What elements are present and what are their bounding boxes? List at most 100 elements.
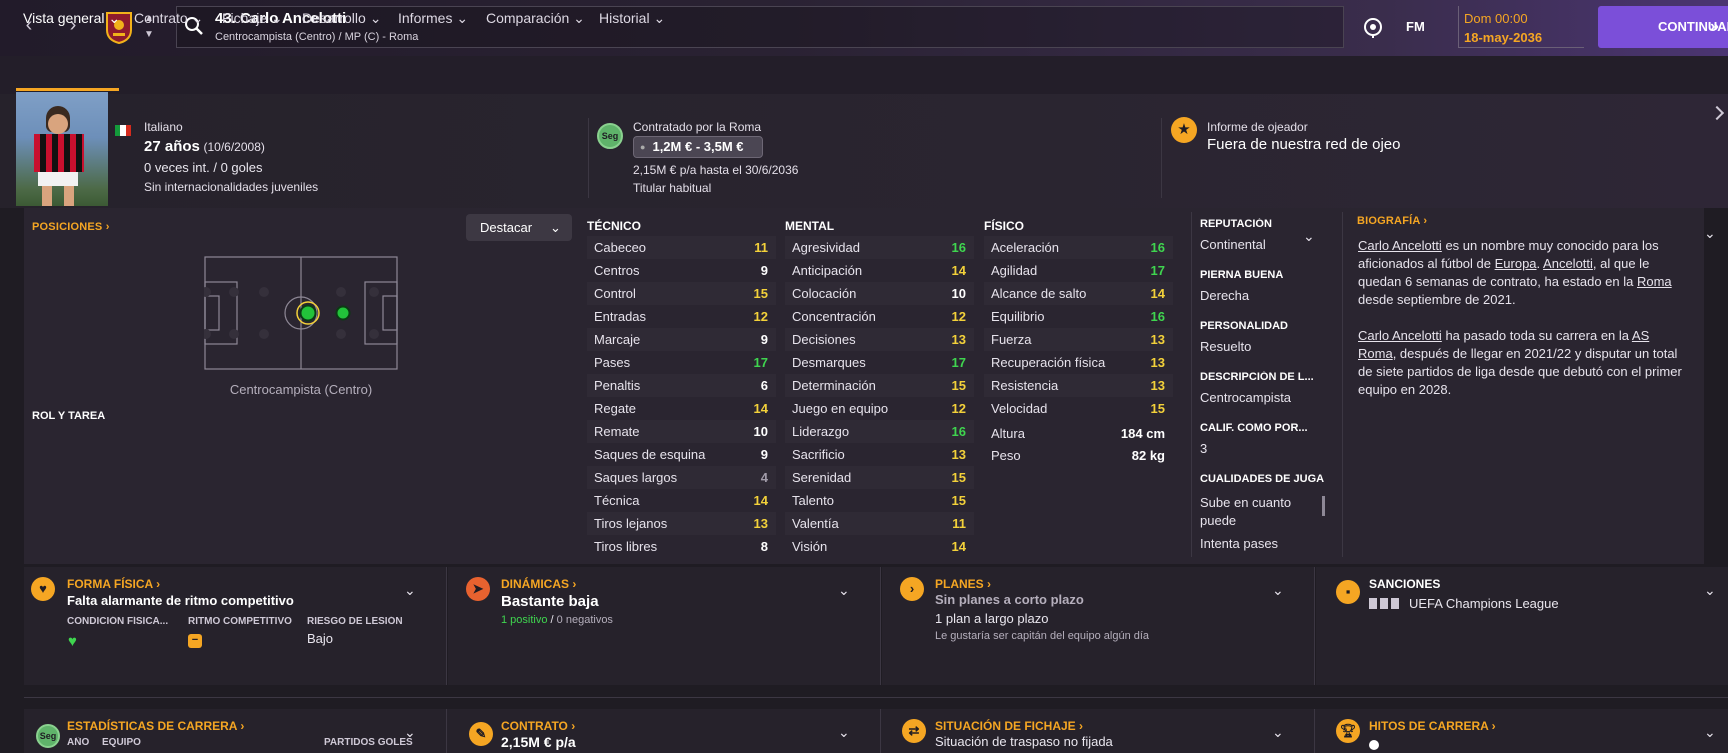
- mental-attribute-row[interactable]: Liderazgo 16: [785, 420, 974, 443]
- technical-attribute-row[interactable]: Pases 17: [587, 351, 776, 374]
- mental-attribute-row[interactable]: Valentía 11: [785, 512, 974, 535]
- sanctions-icon: ▪: [1336, 580, 1360, 604]
- technical-attribute-row[interactable]: Centros 9: [587, 259, 776, 282]
- mental-attribute-row[interactable]: Desmarques 17: [785, 351, 974, 374]
- reputation-label: REPUTACIÓN: [1200, 218, 1272, 230]
- attribute-name: Marcaje: [594, 332, 641, 347]
- technical-attribute-row[interactable]: Saques largos 4: [587, 466, 776, 489]
- chevron-down-icon[interactable]: ⌄: [838, 582, 850, 599]
- chevron-down-icon[interactable]: ⌄: [1704, 225, 1716, 242]
- mental-attribute-row[interactable]: Sacrificio 13: [785, 443, 974, 466]
- tab-contract[interactable]: Contrato ⌄: [134, 10, 203, 27]
- world-football-icon[interactable]: [1362, 16, 1384, 38]
- tab-development[interactable]: Desarrollo ⌄: [302, 10, 381, 27]
- plans-note: Le gustaría ser capitán del equipo algún…: [935, 630, 1150, 642]
- physical-attribute-row[interactable]: Alcance de salto 14: [984, 282, 1173, 305]
- physical-attribute-row[interactable]: Aceleración 16: [984, 236, 1173, 259]
- divider: [588, 118, 589, 198]
- transfer-status-title[interactable]: SITUACIÓN DE FICHAJE ›: [935, 719, 1083, 733]
- technical-attribute-row[interactable]: Remate 10: [587, 420, 776, 443]
- technical-attribute-row[interactable]: Saques de esquina 9: [587, 443, 776, 466]
- mental-attribute-row[interactable]: Decisiones 13: [785, 328, 974, 351]
- dynamics-title[interactable]: DINÁMICAS ›: [501, 577, 576, 591]
- chevron-down-icon[interactable]: ⌄: [1704, 724, 1716, 741]
- attribute-value: 15: [1150, 401, 1165, 416]
- attribute-value: 6: [760, 378, 768, 393]
- value-range-pill[interactable]: ● 1,2M € - 3,5M €: [633, 136, 763, 158]
- physical-attribute-row[interactable]: Recuperación física 13: [984, 351, 1173, 374]
- career-col-year: AÑO: [67, 737, 90, 748]
- physical-attribute-row[interactable]: Agilidad 17: [984, 259, 1173, 282]
- physical-attribute-row[interactable]: Velocidad 15: [984, 397, 1173, 420]
- height-row: Altura 184 cm: [984, 422, 1173, 445]
- attribute-value: 12: [951, 401, 966, 416]
- position-caption: Centrocampista (Centro): [229, 382, 373, 397]
- highlight-dropdown[interactable]: Destacar ⌄: [466, 214, 572, 241]
- chevron-down-icon[interactable]: ⌄: [404, 724, 416, 741]
- attribute-name: Desmarques: [792, 355, 866, 370]
- mental-attribute-row[interactable]: Anticipación 14: [785, 259, 974, 282]
- tab-reports[interactable]: Informes ⌄: [398, 10, 468, 27]
- chevron-down-icon[interactable]: ⌄: [1704, 582, 1716, 599]
- mental-attribute-row[interactable]: Colocación 10: [785, 282, 974, 305]
- chevron-down-icon[interactable]: ⌄: [838, 724, 850, 741]
- technical-attribute-row[interactable]: Marcaje 9: [587, 328, 776, 351]
- physical-attribute-row[interactable]: Resistencia 13: [984, 374, 1173, 397]
- mental-attribute-row[interactable]: Serenidad 15: [785, 466, 974, 489]
- career-stats-title[interactable]: ESTADÍSTICAS DE CARRERA ›: [67, 719, 244, 733]
- attribute-name: Determinación: [792, 378, 876, 393]
- continue-button[interactable]: CONTINUAR»: [1598, 6, 1728, 48]
- mental-attribute-row[interactable]: Determinación 15: [785, 374, 974, 397]
- technical-attribute-row[interactable]: Entradas 12: [587, 305, 776, 328]
- tab-history[interactable]: Historial ⌄: [599, 10, 665, 27]
- qualities-scrollbar[interactable]: [1322, 496, 1325, 516]
- technical-attribute-row[interactable]: Tiros libres 8: [587, 535, 776, 558]
- positions-title[interactable]: POSICIONES ›: [32, 221, 110, 233]
- chevron-down-icon[interactable]: ⌄: [1303, 228, 1315, 245]
- career-milestones-title[interactable]: HITOS DE CARRERA ›: [1369, 719, 1496, 733]
- fm-menu-icon[interactable]: FM: [1406, 19, 1425, 34]
- physical-attribute-row[interactable]: Fuerza 13: [984, 328, 1173, 351]
- attribute-name: Entradas: [594, 309, 647, 324]
- info-column: REPUTACIÓN Continental ⌄ PIERNA BUENA De…: [1200, 212, 1328, 557]
- fitness-title[interactable]: FORMA FÍSICA ›: [67, 577, 160, 591]
- next-player-icon[interactable]: ▼: [142, 28, 156, 42]
- tab-comparison[interactable]: Comparación ⌄: [486, 10, 585, 27]
- tab-transfer[interactable]: Fichaje ⌄: [222, 10, 283, 27]
- biography-title[interactable]: BIOGRAFÍA ›: [1357, 215, 1427, 227]
- career-col-matches-goals: PARTIDOS GOLES: [324, 737, 413, 748]
- rhythm-label: RITMO COMPETITIVO: [188, 616, 292, 627]
- chevron-down-icon[interactable]: ⌄: [1272, 582, 1284, 599]
- divider: [1191, 212, 1192, 557]
- technical-attribute-row[interactable]: Técnica 14: [587, 489, 776, 512]
- contract-card-title[interactable]: CONTRATO ›: [501, 719, 575, 733]
- chevron-down-icon[interactable]: ⌄: [404, 582, 416, 599]
- height-label: Altura: [991, 426, 1025, 441]
- attribute-value: 13: [1150, 378, 1165, 393]
- qualities-item: Intenta pases: [1200, 536, 1279, 551]
- technical-attribute-row[interactable]: Regate 14: [587, 397, 776, 420]
- attribute-name: Agilidad: [991, 263, 1038, 278]
- technical-attribute-row[interactable]: Penaltis 6: [587, 374, 776, 397]
- rating-value: 3: [1200, 441, 1208, 456]
- biography-text: Carlo Ancelotti es un nombre muy conocid…: [1358, 238, 1682, 397]
- technical-attribute-row[interactable]: Tiros lejanos 13: [587, 512, 776, 535]
- plans-title[interactable]: PLANES ›: [935, 577, 991, 591]
- mental-attribute-row[interactable]: Talento 15: [785, 489, 974, 512]
- personality-label: PERSONALIDAD: [1200, 320, 1289, 332]
- tab-overview[interactable]: Vista general ⌄: [23, 10, 120, 27]
- mental-attribute-row[interactable]: Agresividad 16: [785, 236, 974, 259]
- technical-attribute-row[interactable]: Cabeceo 11: [587, 236, 776, 259]
- mental-attribute-row[interactable]: Concentración 12: [785, 305, 974, 328]
- tab-bar: [0, 56, 1728, 94]
- personality-value: Resuelto: [1200, 339, 1252, 354]
- star-icon: ★: [1171, 117, 1197, 143]
- chevron-down-icon[interactable]: ⌄: [1272, 724, 1284, 741]
- attribute-name: Remate: [594, 424, 640, 439]
- mental-attribute-row[interactable]: Visión 14: [785, 535, 974, 558]
- dynamics-icon: ➤: [466, 577, 490, 601]
- mental-attribute-row[interactable]: Juego en equipo 12: [785, 397, 974, 420]
- technical-attribute-row[interactable]: Control 15: [587, 282, 776, 305]
- attribute-value: 14: [951, 263, 966, 278]
- physical-attribute-row[interactable]: Equilibrio 16: [984, 305, 1173, 328]
